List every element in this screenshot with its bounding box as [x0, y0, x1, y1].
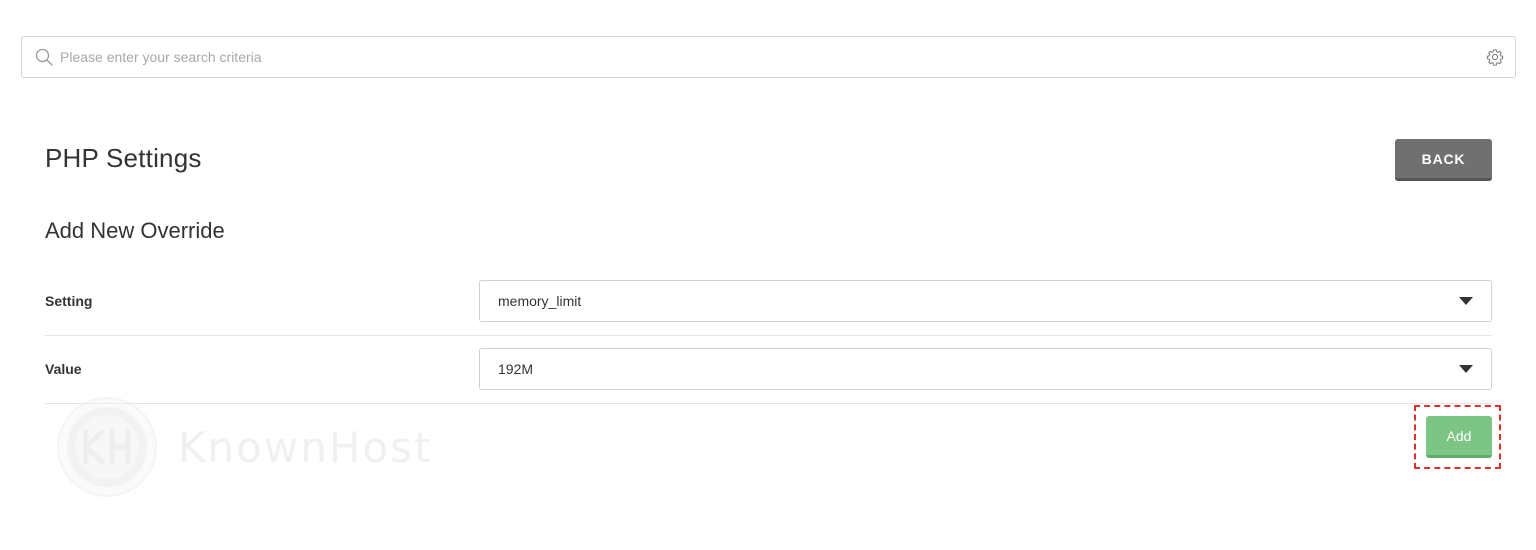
search-input[interactable]	[60, 37, 1485, 77]
knownhost-watermark: KnownHost	[56, 396, 432, 498]
gear-icon[interactable]	[1485, 47, 1505, 67]
value-select-value: 192M	[498, 361, 534, 377]
back-button[interactable]: BACK	[1395, 139, 1492, 181]
knownhost-logo-icon	[57, 397, 157, 497]
caret-down-icon	[1459, 296, 1473, 306]
value-label: Value	[45, 361, 82, 377]
caret-down-icon	[1459, 364, 1473, 374]
setting-select[interactable]: memory_limit	[479, 280, 1492, 322]
search-bar	[21, 36, 1516, 78]
section-title: Add New Override	[45, 218, 225, 243]
form-row-setting: Setting memory_limit	[45, 268, 1492, 336]
value-select[interactable]: 192M	[479, 348, 1492, 390]
form-row-value: Value 192M	[45, 336, 1492, 404]
search-icon	[34, 47, 54, 67]
setting-label: Setting	[45, 293, 93, 309]
setting-select-value: memory_limit	[498, 293, 582, 309]
watermark-text: KnownHost	[178, 422, 433, 472]
add-button[interactable]: Add	[1426, 416, 1492, 458]
page: PHP Settings BACK Add New Override Setti…	[0, 0, 1536, 550]
page-title: PHP Settings	[45, 143, 202, 173]
